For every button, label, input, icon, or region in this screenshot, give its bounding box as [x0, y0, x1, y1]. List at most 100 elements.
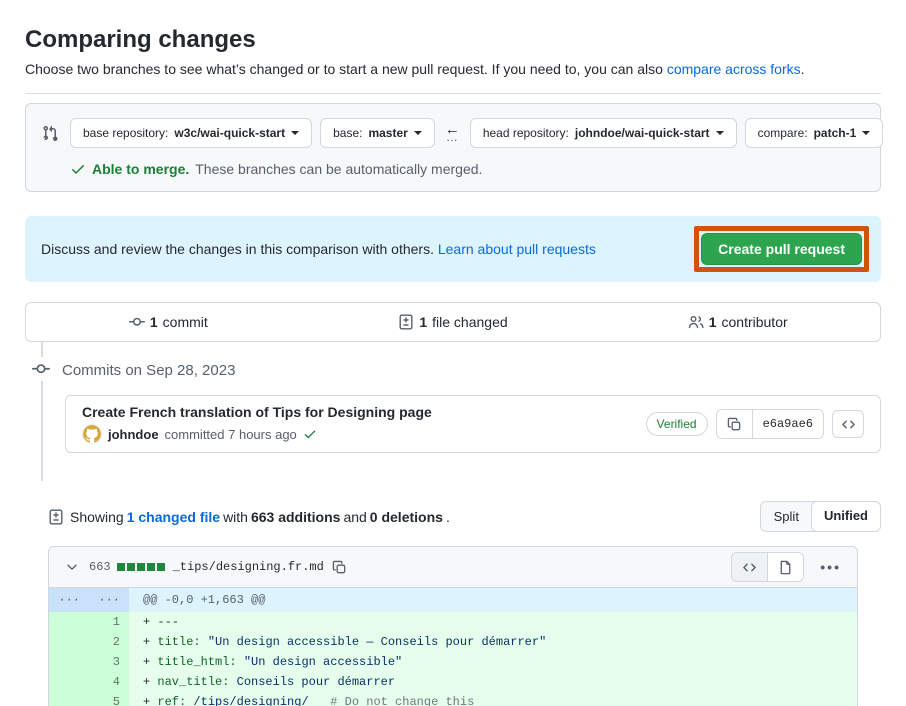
contributors-stat[interactable]: 1 contributor — [595, 314, 880, 330]
hunk-header-row: ··· ··· @@ -0,0 +1,663 @@ — [49, 588, 857, 612]
contributors-count: 1 — [709, 314, 717, 330]
diff-line-gutter[interactable]: 3 — [49, 652, 129, 672]
base-repository-label: base repository: — [83, 126, 168, 140]
diff-summary-row: Showing 1 changed file with 663 addition… — [48, 501, 881, 532]
head-repository-dropdown[interactable]: head repository: johndoe/wai-quick-start — [470, 118, 737, 148]
diff-line: 5+ ref: /tips/designing/ # Do not change… — [49, 692, 857, 706]
page-title: Comparing changes — [25, 0, 881, 54]
diff-line-content: + title: "Un design accessible — Conseil… — [129, 632, 857, 652]
hunk-gutter: ··· ··· — [49, 588, 129, 612]
git-compare-icon — [42, 125, 58, 141]
diff-line-gutter[interactable]: 1 — [49, 612, 129, 632]
files-changed-stat[interactable]: 1 file changed — [311, 314, 596, 330]
git-commit-node-icon — [32, 357, 50, 381]
merge-status-bold: Able to merge. — [92, 161, 189, 177]
diff-line-gutter[interactable]: 2 — [49, 632, 129, 652]
additions-count: 663 additions — [251, 509, 340, 525]
annotation-highlight-box: Create pull request — [694, 226, 869, 272]
file-options-kebab-button[interactable]: ••• — [814, 555, 847, 579]
head-repository-label: head repository: — [483, 126, 569, 140]
banner-text: Discuss and review the changes in this c… — [41, 241, 694, 257]
banner-message: Discuss and review the changes in this c… — [41, 241, 438, 257]
deletions-count: 0 deletions — [370, 509, 443, 525]
create-pull-request-button[interactable]: Create pull request — [701, 233, 862, 265]
file-changes-count: 663 — [89, 560, 111, 574]
check-icon — [70, 161, 86, 177]
header-divider — [25, 93, 881, 94]
diff-view-toggle: Split Unified — [760, 501, 881, 532]
git-commit-icon — [129, 314, 145, 330]
compare-across-forks-link[interactable]: compare across forks — [667, 61, 801, 77]
diff-line: 1+ --- — [49, 612, 857, 632]
hunk-ellipsis: ··· — [49, 588, 89, 612]
diff-line: 2+ title: "Un design accessible — Consei… — [49, 632, 857, 652]
base-branch-value: master — [368, 126, 407, 140]
range-ellipsis: … — [446, 132, 459, 143]
base-repository-dropdown[interactable]: base repository: w3c/wai-quick-start — [70, 118, 312, 148]
verified-badge[interactable]: Verified — [646, 412, 708, 436]
compare-direction-arrow: ← … — [445, 124, 460, 143]
summary-prefix: Showing — [70, 509, 124, 525]
commits-stat[interactable]: 1 commit — [26, 314, 311, 330]
commit-card: Create French translation of Tips for De… — [65, 395, 881, 453]
commit-check-icon — [303, 427, 317, 441]
files-changed-count: 1 — [419, 314, 427, 330]
diff-line: 4+ nav_title: Conseils pour démarrer — [49, 672, 857, 692]
compare-branch-value: patch-1 — [814, 126, 857, 140]
hunk-ellipsis: ··· — [89, 588, 129, 612]
merge-status-text: These branches can be automatically merg… — [195, 161, 482, 177]
file-diff-icon — [398, 314, 414, 330]
file-name[interactable]: _tips/designing.fr.md — [173, 560, 324, 574]
dropdown-caret-icon — [291, 131, 299, 135]
diff-line-gutter[interactable]: 4 — [49, 672, 129, 692]
dropdown-caret-icon — [414, 131, 422, 135]
file-diff-icon — [48, 509, 64, 525]
commits-count: 1 — [150, 314, 158, 330]
commit-title-link[interactable]: Create French translation of Tips for De… — [82, 404, 646, 420]
summary-period: . — [446, 509, 450, 525]
commit-sha-button[interactable]: e6a9ae6 — [752, 410, 823, 438]
people-icon — [688, 314, 704, 330]
diff-line-content: + --- — [129, 612, 857, 632]
page-subtitle: Choose two branches to see what’s change… — [25, 61, 881, 77]
files-changed-label: file changed — [432, 314, 508, 330]
changed-file-link[interactable]: 1 changed file — [127, 509, 220, 525]
diff-line-gutter[interactable]: 5 — [49, 692, 129, 706]
learn-about-pull-requests-link[interactable]: Learn about pull requests — [438, 241, 596, 257]
hunk-header-text: @@ -0,0 +1,663 @@ — [129, 588, 857, 612]
merge-status: Able to merge. These branches can be aut… — [70, 161, 864, 177]
avatar[interactable] — [82, 424, 102, 444]
pull-request-banner: Discuss and review the changes in this c… — [25, 216, 881, 282]
contributors-label: contributor — [722, 314, 788, 330]
base-repository-value: w3c/wai-quick-start — [174, 126, 285, 140]
diffstat-blocks — [117, 563, 165, 571]
dropdown-caret-icon — [716, 131, 724, 135]
copy-sha-button[interactable] — [717, 410, 752, 438]
commit-author[interactable]: johndoe — [108, 427, 159, 442]
file-diff-card: 663 _tips/designing.fr.md ••• — [48, 546, 858, 706]
commits-date-heading: Commits on Sep 28, 2023 — [62, 342, 881, 379]
source-view-button[interactable] — [732, 553, 767, 581]
comparison-stats-bar: 1 commit 1 file changed 1 contributor — [25, 302, 881, 342]
base-branch-dropdown[interactable]: base: master — [320, 118, 435, 148]
head-repository-value: johndoe/wai-quick-start — [575, 126, 710, 140]
browse-code-button[interactable] — [832, 410, 864, 438]
compare-branch-dropdown[interactable]: compare:patch-1 — [745, 118, 884, 148]
commits-section: Commits on Sep 28, 2023 Create French tr… — [25, 342, 881, 481]
subtitle-text: Choose two branches to see what’s change… — [25, 61, 667, 77]
rich-view-button[interactable] — [767, 553, 803, 581]
summary-mid2: and — [343, 509, 366, 525]
copy-path-icon[interactable] — [332, 560, 347, 575]
diff-line-content: + ref: /tips/designing/ # Do not change … — [129, 692, 857, 706]
summary-mid1: with — [223, 509, 248, 525]
file-diff-header: 663 _tips/designing.fr.md ••• — [49, 547, 857, 588]
diff-line: 3+ title_html: "Un design accessible" — [49, 652, 857, 672]
subtitle-period: . — [801, 61, 805, 77]
split-view-button[interactable]: Split — [761, 502, 812, 531]
unified-view-button[interactable]: Unified — [811, 501, 881, 532]
branch-selector-box: base repository: w3c/wai-quick-start base… — [25, 103, 881, 192]
base-branch-label: base: — [333, 126, 362, 140]
diff-line-content: + nav_title: Conseils pour démarrer — [129, 672, 857, 692]
chevron-down-icon[interactable] — [59, 560, 85, 574]
diff-table: ··· ··· @@ -0,0 +1,663 @@ 1+ ---2+ title… — [49, 588, 857, 706]
